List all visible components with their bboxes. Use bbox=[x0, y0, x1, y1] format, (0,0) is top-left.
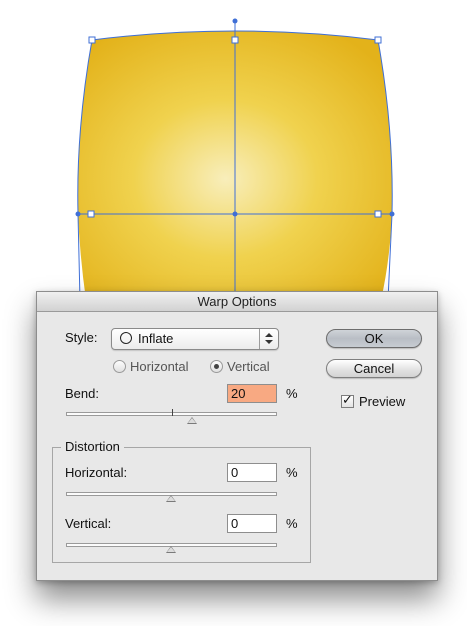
style-value: Inflate bbox=[138, 331, 174, 346]
style-label: Style: bbox=[65, 330, 98, 345]
vertical-radio[interactable] bbox=[210, 360, 223, 373]
horizontal-radio-label: Horizontal bbox=[130, 359, 189, 374]
bend-input[interactable] bbox=[227, 384, 277, 403]
vertical-distortion-input[interactable] bbox=[227, 514, 277, 533]
cancel-button[interactable]: Cancel bbox=[326, 359, 422, 378]
warp-options-dialog: Warp Options Style: Inflate Horizontal V… bbox=[36, 291, 438, 581]
warped-artwork bbox=[0, 0, 467, 300]
horizontal-distortion-input[interactable] bbox=[227, 463, 277, 482]
bend-unit: % bbox=[286, 386, 298, 401]
artwork-canvas bbox=[75, 18, 395, 300]
horizontal-distortion-slider-thumb[interactable] bbox=[166, 495, 176, 502]
distortion-group-title: Distortion bbox=[61, 439, 124, 454]
horizontal-distortion-label: Horizontal: bbox=[65, 465, 128, 480]
dropdown-stepper-icon bbox=[259, 329, 278, 349]
preview-checkbox[interactable]: ✓ bbox=[341, 392, 354, 408]
horizontal-distortion-unit: % bbox=[286, 465, 298, 480]
vertical-distortion-label: Vertical: bbox=[65, 516, 112, 531]
ok-button[interactable]: OK bbox=[326, 329, 422, 348]
vertical-radio-label: Vertical bbox=[227, 359, 270, 374]
style-dropdown[interactable]: Inflate bbox=[111, 328, 279, 350]
checkmark-icon: ✓ bbox=[342, 392, 353, 407]
inflate-circle-icon bbox=[120, 332, 132, 344]
vertical-distortion-unit: % bbox=[286, 516, 298, 531]
bend-slider-center-tick bbox=[172, 409, 173, 416]
bend-label: Bend: bbox=[65, 386, 99, 401]
vertical-distortion-slider-thumb[interactable] bbox=[166, 546, 176, 553]
bend-slider-thumb[interactable] bbox=[187, 417, 197, 424]
preview-label: Preview bbox=[359, 394, 406, 409]
dialog-title: Warp Options bbox=[37, 292, 437, 312]
horizontal-radio[interactable] bbox=[113, 360, 126, 373]
